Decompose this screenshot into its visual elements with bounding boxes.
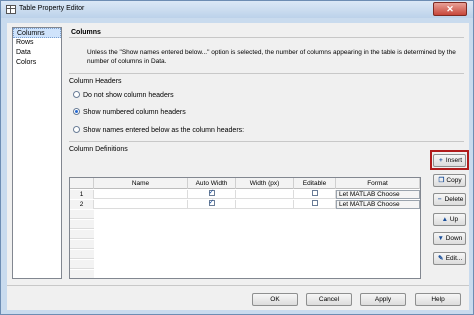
cancel-button[interactable]: Cancel bbox=[306, 293, 352, 306]
button-label: Down bbox=[445, 235, 463, 242]
empty-row-header bbox=[70, 210, 94, 219]
down-button[interactable]: ▼ Down bbox=[433, 232, 466, 245]
table-icon bbox=[6, 5, 16, 14]
auto-width-checkbox[interactable] bbox=[208, 198, 215, 207]
column-definitions-table[interactable]: Name Auto Width Width (px) Editable Form… bbox=[69, 177, 421, 279]
radio-button[interactable] bbox=[73, 91, 80, 98]
dialog-body: Columns Rows Data Colors Columns Unless … bbox=[7, 23, 469, 310]
radio-named-headers[interactable]: Show names entered below as the column h… bbox=[73, 126, 244, 136]
copy-icon: ❐ bbox=[438, 177, 445, 184]
minus-icon: − bbox=[437, 196, 442, 203]
empty-row-header bbox=[70, 250, 94, 259]
plus-icon: + bbox=[438, 157, 443, 164]
button-label: Up bbox=[449, 216, 459, 223]
header-format[interactable]: Format bbox=[336, 178, 420, 189]
close-button[interactable]: ✕ bbox=[433, 2, 467, 16]
columns-panel: Columns Unless the "Show names entered b… bbox=[69, 27, 469, 279]
title-bar[interactable]: Table Property Editor ✕ bbox=[1, 1, 473, 18]
row-number-header bbox=[70, 178, 94, 189]
auto-width-checkbox[interactable] bbox=[208, 188, 215, 197]
nav-item-colors[interactable]: Colors bbox=[13, 58, 61, 68]
divider bbox=[7, 285, 469, 286]
button-label: Delete bbox=[444, 196, 464, 203]
insert-button[interactable]: + Insert bbox=[433, 154, 466, 167]
divider bbox=[69, 141, 464, 142]
nav-item-columns[interactable]: Columns bbox=[13, 28, 61, 38]
format-dropdown[interactable]: Let MATLAB Choose bbox=[336, 190, 420, 199]
nav-item-data[interactable]: Data bbox=[13, 48, 61, 58]
table-row[interactable]: 1 Let MATLAB Choose bbox=[70, 188, 420, 199]
copy-button[interactable]: ❐ Copy bbox=[433, 174, 466, 187]
columns-note: Unless the "Show names entered below..."… bbox=[87, 49, 456, 65]
auto-width-cell bbox=[188, 198, 236, 209]
button-label: Edit... bbox=[445, 255, 463, 262]
width-cell[interactable] bbox=[236, 200, 294, 209]
radio-no-headers[interactable]: Do not show column headers bbox=[73, 91, 174, 101]
row-number: 2 bbox=[70, 200, 94, 209]
help-button[interactable]: Help bbox=[415, 293, 461, 306]
ok-button[interactable]: OK bbox=[252, 293, 298, 306]
apply-button[interactable]: Apply bbox=[360, 293, 406, 306]
window-title: Table Property Editor bbox=[19, 5, 85, 12]
category-list: Columns Rows Data Colors bbox=[12, 27, 62, 279]
nav-item-rows[interactable]: Rows bbox=[13, 38, 61, 48]
width-cell[interactable] bbox=[236, 190, 294, 199]
radio-numbered-headers[interactable]: Show numbered column headers bbox=[73, 108, 186, 118]
name-cell[interactable] bbox=[94, 190, 188, 199]
empty-row-header bbox=[70, 260, 94, 269]
radio-button[interactable] bbox=[73, 126, 80, 133]
header-name[interactable]: Name bbox=[94, 178, 188, 189]
format-dropdown[interactable]: Let MATLAB Choose bbox=[336, 200, 420, 209]
editable-checkbox[interactable] bbox=[311, 200, 318, 206]
empty-row-header bbox=[70, 220, 94, 229]
editable-cell bbox=[294, 190, 336, 199]
header-editable[interactable]: Editable bbox=[294, 178, 336, 189]
radio-button-selected[interactable] bbox=[73, 108, 80, 115]
radio-label: Show numbered column headers bbox=[83, 109, 186, 116]
name-cell[interactable] bbox=[94, 200, 188, 209]
table-property-editor-window: Table Property Editor ✕ Columns Rows Dat… bbox=[0, 0, 474, 315]
header-width[interactable]: Width (px) bbox=[236, 178, 294, 189]
arrow-up-icon: ▲ bbox=[441, 216, 449, 223]
arrow-down-icon: ▼ bbox=[437, 235, 444, 242]
empty-row-header bbox=[70, 230, 94, 239]
editable-checkbox[interactable] bbox=[311, 190, 318, 196]
delete-button[interactable]: − Delete bbox=[433, 193, 466, 206]
editable-cell bbox=[294, 200, 336, 209]
radio-label: Show names entered below as the column h… bbox=[83, 127, 245, 134]
radio-label: Do not show column headers bbox=[83, 92, 174, 99]
panel-title: Columns bbox=[69, 27, 464, 38]
table-row[interactable]: 2 Let MATLAB Choose bbox=[70, 198, 420, 209]
up-button[interactable]: ▲ Up bbox=[433, 213, 466, 226]
column-definitions-label: Column Definitions bbox=[69, 146, 128, 153]
divider bbox=[69, 73, 464, 74]
edit-icon: ✎ bbox=[437, 255, 444, 262]
button-label: Insert bbox=[445, 157, 463, 164]
column-headers-label: Column Headers bbox=[69, 78, 122, 85]
empty-row-header bbox=[70, 240, 94, 249]
button-label: Copy bbox=[446, 177, 462, 184]
empty-row-header bbox=[70, 270, 94, 278]
table-header: Name Auto Width Width (px) Editable Form… bbox=[70, 178, 420, 189]
edit-button[interactable]: ✎ Edit... bbox=[433, 252, 466, 265]
row-number: 1 bbox=[70, 190, 94, 199]
